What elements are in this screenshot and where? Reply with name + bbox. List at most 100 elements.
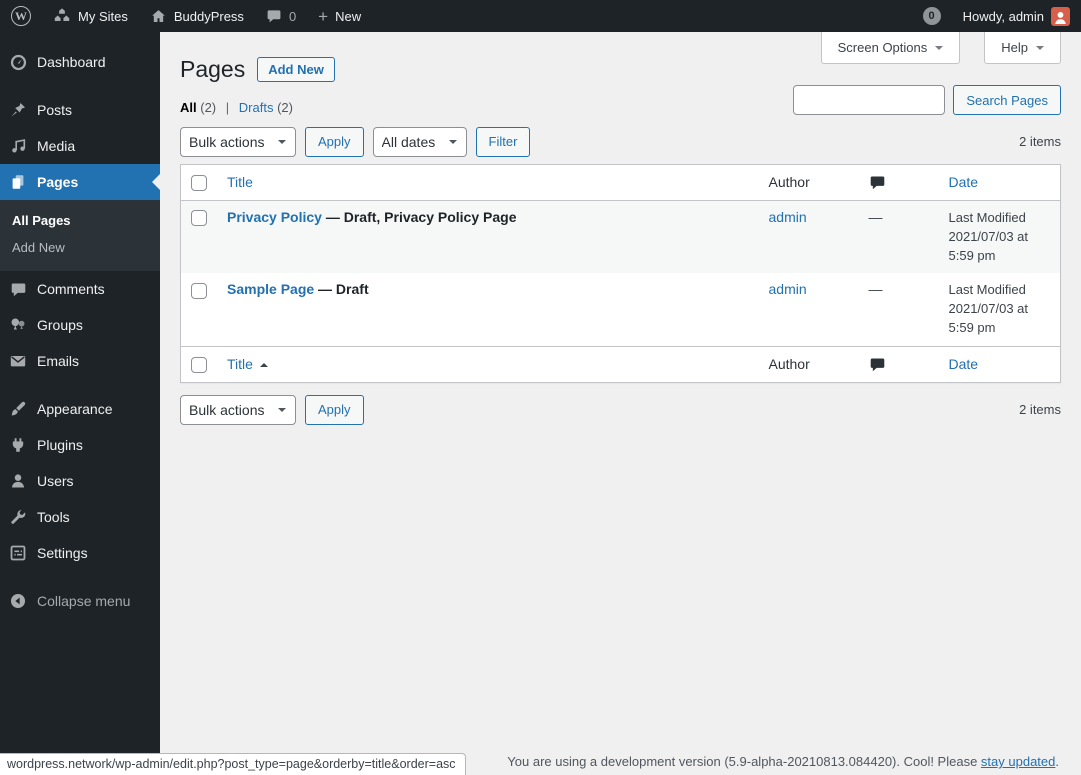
sidebar-item-media[interactable]: Media	[0, 128, 160, 164]
sidebar-item-label: Collapse menu	[37, 593, 130, 609]
view-all-link[interactable]: All	[180, 100, 197, 115]
screen-options-button[interactable]: Screen Options	[821, 32, 961, 64]
sidebar-item-appearance[interactable]: Appearance	[0, 391, 160, 427]
sidebar-item-posts[interactable]: Posts	[0, 92, 160, 128]
tablenav-bottom: Bulk actions Apply 2 items	[180, 395, 1061, 425]
row-checkbox[interactable]	[191, 210, 207, 226]
chevron-down-icon	[935, 46, 943, 54]
sort-title-header[interactable]: Title	[227, 174, 253, 190]
sidebar-item-groups[interactable]: Groups	[0, 307, 160, 343]
search-input[interactable]	[793, 85, 945, 115]
sidebar-item-settings[interactable]: Settings	[0, 535, 160, 571]
admin-bar-left: W My Sites BuddyPress 0 + New	[0, 0, 372, 32]
pages-wrap: Pages Add New Search Pages All (2) | Dra…	[160, 32, 1081, 425]
view-all-count: (2)	[200, 100, 216, 115]
bulk-actions-select-wrap: Bulk actions	[180, 395, 296, 425]
browser-status-url: wordpress.network/wp-admin/edit.php?post…	[0, 753, 466, 775]
comments-menu[interactable]: 0	[255, 0, 307, 32]
plug-icon	[8, 435, 28, 455]
view-drafts-link[interactable]: Drafts	[239, 100, 274, 115]
view-drafts-count: (2)	[277, 100, 293, 115]
wordpress-logo-icon: W	[11, 6, 31, 26]
table-row: Privacy Policy — Draft, Privacy Policy P…	[181, 200, 1061, 273]
search-pages-button[interactable]: Search Pages	[953, 85, 1061, 115]
main-content: Screen Options Help Pages Add New Search…	[160, 32, 1081, 775]
sidebar-item-emails[interactable]: Emails	[0, 343, 160, 379]
date-cell: Last Modified 2021/07/03 at 5:59 pm	[939, 273, 1061, 346]
dates-select-wrap: All dates	[373, 127, 467, 157]
author-link[interactable]: admin	[769, 209, 807, 225]
apply-button[interactable]: Apply	[305, 127, 364, 157]
sidebar-item-label: Appearance	[37, 401, 113, 417]
menu-separator	[0, 379, 160, 391]
sort-title-header[interactable]: Title	[227, 356, 253, 372]
collapse-menu-button[interactable]: Collapse menu	[0, 583, 160, 619]
help-button[interactable]: Help	[984, 32, 1061, 64]
sidebar-item-users[interactable]: Users	[0, 463, 160, 499]
table-footer-row: Title Author Date	[181, 346, 1061, 382]
menu-separator	[0, 571, 160, 583]
select-all-checkbox[interactable]	[191, 175, 207, 191]
dates-select[interactable]: All dates	[373, 127, 467, 157]
sort-date-header[interactable]: Date	[949, 174, 979, 190]
comment-count-dash: —	[869, 281, 883, 297]
page-title-link[interactable]: Sample Page	[227, 281, 314, 297]
comment-bubble-icon	[266, 8, 282, 24]
page-title-link[interactable]: Privacy Policy	[227, 209, 322, 225]
sidebar-item-tools[interactable]: Tools	[0, 499, 160, 535]
submenu-item-all-pages[interactable]: All Pages	[0, 207, 160, 234]
stay-updated-link[interactable]: stay updated	[981, 754, 1055, 769]
sidebar-item-label: Groups	[37, 317, 83, 333]
sidebar-item-label: Tools	[37, 509, 70, 525]
page-title: Pages	[180, 55, 245, 85]
site-name-menu[interactable]: BuddyPress	[139, 0, 255, 32]
sidebar-item-pages[interactable]: Pages	[0, 164, 160, 200]
select-all-checkbox[interactable]	[191, 357, 207, 373]
screen-options-label: Screen Options	[838, 40, 928, 55]
new-label: New	[335, 9, 361, 24]
sidebar-item-label: Settings	[37, 545, 88, 561]
account-menu[interactable]: Howdy, admin	[952, 0, 1081, 32]
sidebar-item-label: Media	[37, 138, 75, 154]
dashboard-icon	[8, 52, 28, 72]
sidebar-item-label: Plugins	[37, 437, 83, 453]
sort-asc-icon	[260, 359, 268, 367]
filter-button[interactable]: Filter	[476, 127, 531, 157]
table-header-row: Title Author Date	[181, 164, 1061, 200]
pages-list-table: Title Author Date Privacy Policy — Dra	[180, 164, 1061, 383]
post-state: — Draft, Privacy Policy Page	[326, 209, 517, 225]
site-name-label: BuddyPress	[174, 9, 244, 24]
media-icon	[8, 136, 28, 156]
update-count-badge: 0	[923, 7, 941, 25]
wrench-icon	[8, 507, 28, 527]
wp-logo-menu[interactable]: W	[0, 0, 42, 32]
items-count: 2 items	[1019, 134, 1061, 149]
row-checkbox[interactable]	[191, 283, 207, 299]
sidebar-item-label: Posts	[37, 102, 72, 118]
submenu-item-add-new[interactable]: Add New	[0, 234, 160, 261]
bulk-actions-select-wrap: Bulk actions	[180, 127, 296, 157]
my-sites-menu[interactable]: My Sites	[42, 0, 139, 32]
author-header: Author	[769, 174, 810, 190]
bulk-actions-select-bottom[interactable]: Bulk actions	[180, 395, 296, 425]
collapse-arrow-icon	[8, 591, 28, 611]
table-row: Sample Page — Draft admin — Last Modifie…	[181, 273, 1061, 346]
updates-badge-menu[interactable]: 0	[912, 0, 952, 32]
sidebar-item-comments[interactable]: Comments	[0, 271, 160, 307]
sidebar-item-dashboard[interactable]: Dashboard	[0, 44, 160, 80]
comment-count: 0	[289, 9, 296, 24]
add-new-button[interactable]: Add New	[257, 57, 335, 82]
sidebar-item-plugins[interactable]: Plugins	[0, 427, 160, 463]
pages-submenu: All Pages Add New	[0, 200, 160, 271]
bulk-actions-select[interactable]: Bulk actions	[180, 127, 296, 157]
author-link[interactable]: admin	[769, 281, 807, 297]
envelope-icon	[8, 351, 28, 371]
sort-date-header[interactable]: Date	[949, 356, 979, 372]
howdy-label: Howdy, admin	[963, 9, 1044, 24]
sidebar-item-label: Dashboard	[37, 54, 106, 70]
apply-button-bottom[interactable]: Apply	[305, 395, 364, 425]
groups-icon	[8, 315, 28, 335]
new-content-menu[interactable]: + New	[307, 0, 372, 32]
menu-separator	[0, 80, 160, 92]
sliders-icon	[8, 543, 28, 563]
